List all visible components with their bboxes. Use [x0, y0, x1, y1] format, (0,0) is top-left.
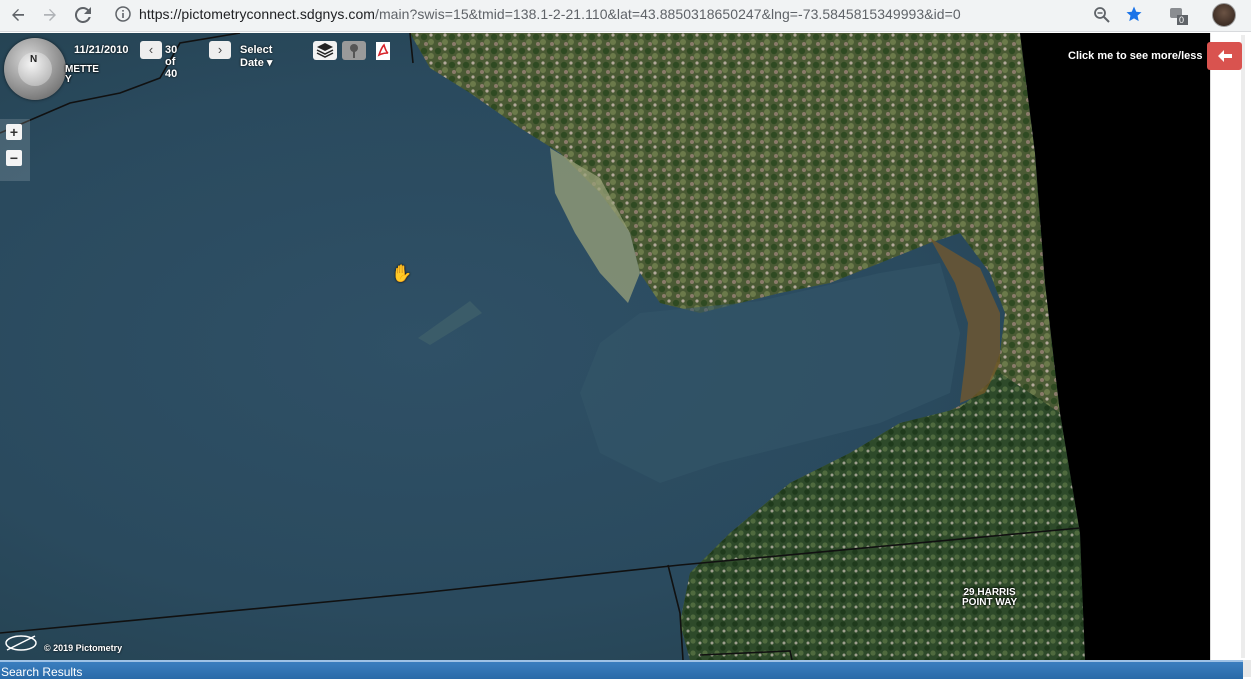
zoom-in-button[interactable]: + [6, 124, 22, 140]
pictometry-logo-icon [5, 635, 37, 651]
pin-icon[interactable] [342, 41, 366, 60]
aerial-map[interactable]: N 11/21/2010 ‹ 30 of 40 › Select Date ▾ … [0, 33, 1210, 660]
back-icon[interactable] [6, 3, 30, 27]
layers-icon[interactable] [313, 41, 337, 60]
right-scroll-gutter [1210, 33, 1251, 660]
zoom-controls: + − [0, 119, 30, 181]
zoom-icon[interactable] [1093, 6, 1110, 28]
info-panel-toggle[interactable]: Click me to see more/less [1068, 50, 1203, 62]
aerial-imagery [0, 33, 1210, 660]
forward-icon[interactable] [38, 3, 62, 27]
star-icon[interactable] [1125, 5, 1143, 28]
copyright-text: © 2019 Pictometry [44, 643, 123, 653]
street-label-top-left: METTE Y [65, 64, 99, 85]
select-date-dropdown[interactable]: Select Date ▾ [240, 44, 272, 69]
browser-toolbar: https://pictometryconnect.sdgnys.com/mai… [0, 0, 1251, 32]
previous-image-button[interactable]: ‹ [140, 41, 162, 59]
compass-control[interactable]: N [4, 38, 66, 100]
next-image-button[interactable]: › [209, 41, 231, 59]
image-page-count: 30 of 40 [165, 44, 178, 80]
zoom-out-button[interactable]: − [6, 150, 22, 166]
scrollbar[interactable] [1241, 35, 1245, 658]
compass-north-label: N [30, 54, 38, 65]
corner-filler [1243, 660, 1251, 677]
profile-avatar[interactable] [1212, 3, 1236, 27]
search-results-bar[interactable]: Search Results [0, 660, 1243, 679]
pdf-icon[interactable] [371, 41, 395, 60]
parcel-address-label: 29 HARRIS POINT WAY [962, 587, 1018, 608]
reload-icon[interactable] [71, 3, 95, 27]
arrow-left-icon[interactable] [1207, 42, 1242, 70]
url-text[interactable]: https://pictometryconnect.sdgnys.com/mai… [139, 6, 961, 22]
hand-cursor-icon: ✋ [391, 264, 413, 283]
extension-badge: 0 [1179, 15, 1185, 25]
capture-date: 11/21/2010 [74, 44, 129, 56]
extension-icon[interactable]: 0 [1168, 4, 1190, 26]
info-icon[interactable] [115, 6, 131, 27]
